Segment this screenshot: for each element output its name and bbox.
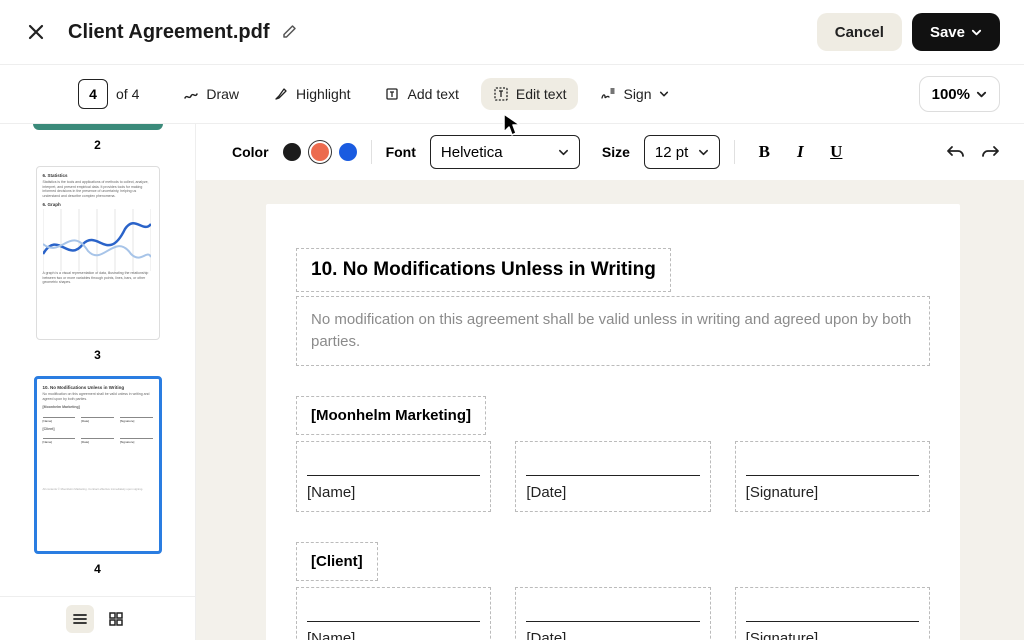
cancel-button[interactable]: Cancel	[817, 13, 902, 51]
redo-icon	[980, 144, 1000, 160]
edit-text-icon	[493, 86, 509, 102]
grid-icon	[108, 611, 124, 627]
color-swatch-black[interactable]	[283, 143, 301, 161]
party1-name-field[interactable]: [Name]	[296, 441, 491, 512]
page-4: 10. No Modifications Unless in Writing N…	[266, 204, 960, 640]
size-label: Size	[602, 144, 630, 160]
underline-button[interactable]: U	[821, 137, 851, 167]
thumbnail-label-3: 3	[18, 348, 177, 362]
size-select[interactable]: 12 pt	[644, 135, 720, 169]
pencil-icon	[282, 23, 298, 39]
chart-thumbnail	[43, 209, 151, 271]
zoom-select[interactable]: 100%	[919, 76, 1000, 112]
chevron-down-icon	[698, 147, 709, 158]
color-swatch-orange[interactable]	[311, 143, 329, 161]
rename-button[interactable]	[282, 23, 300, 41]
page-number-input[interactable]: 4	[78, 79, 108, 109]
tool-draw[interactable]: Draw	[171, 78, 251, 110]
font-label: Font	[386, 144, 416, 160]
section-body[interactable]: No modification on this agreement shall …	[296, 296, 930, 366]
highlight-icon	[273, 86, 289, 102]
chevron-down-icon	[971, 27, 982, 38]
tool-add-text[interactable]: Add text	[373, 78, 471, 110]
view-list-button[interactable]	[66, 605, 94, 633]
thumbnail-page-2-partial[interactable]	[33, 124, 163, 130]
bold-button[interactable]: B	[749, 137, 779, 167]
redo-button[interactable]	[980, 144, 1000, 160]
color-swatch-blue[interactable]	[339, 143, 357, 161]
undo-button[interactable]	[946, 144, 966, 160]
chevron-down-icon	[659, 89, 669, 99]
party-1-title[interactable]: [Moonhelm Marketing]	[296, 396, 486, 435]
view-grid-button[interactable]	[102, 605, 130, 633]
page-total: of 4	[116, 86, 139, 102]
chevron-down-icon	[558, 147, 569, 158]
chevron-down-icon	[976, 89, 987, 100]
party1-date-field[interactable]: [Date]	[515, 441, 710, 512]
thumbnail-label-2: 2	[18, 138, 177, 152]
close-icon	[27, 23, 45, 41]
party2-date-field[interactable]: [Date]	[515, 587, 710, 640]
thumbnail-page-4[interactable]: 10. No Modifications Unless in Writing N…	[34, 376, 162, 554]
add-text-icon	[385, 86, 401, 102]
undo-icon	[946, 144, 966, 160]
thumbnail-page-3[interactable]: 6. Statistics Statistics is the tools an…	[36, 166, 160, 340]
tool-highlight[interactable]: Highlight	[261, 78, 362, 110]
canvas[interactable]: 10. No Modifications Unless in Writing N…	[196, 180, 1024, 640]
color-label: Color	[232, 144, 269, 160]
tool-sign[interactable]: Sign	[588, 78, 680, 110]
save-button-label: Save	[930, 24, 965, 41]
tool-edit-text[interactable]: Edit text	[481, 78, 579, 110]
party2-name-field[interactable]: [Name]	[296, 587, 491, 640]
section-title[interactable]: 10. No Modifications Unless in Writing	[296, 248, 671, 292]
thumbnail-sidebar: 2 6. Statistics Statistics is the tools …	[0, 124, 196, 640]
sign-icon	[600, 86, 616, 102]
thumbnail-label-4: 4	[18, 562, 177, 576]
font-select[interactable]: Helvetica	[430, 135, 580, 169]
italic-button[interactable]: I	[785, 137, 815, 167]
draw-icon	[183, 86, 199, 102]
list-icon	[72, 611, 88, 627]
format-bar: Color Font Helvetica Size 12 pt B I U	[196, 124, 1024, 180]
close-button[interactable]	[24, 20, 48, 44]
party-2-title[interactable]: [Client]	[296, 542, 378, 581]
party2-signature-field[interactable]: [Signature]	[735, 587, 930, 640]
document-title: Client Agreement.pdf	[68, 21, 270, 44]
save-button[interactable]: Save	[912, 13, 1000, 51]
party1-signature-field[interactable]: [Signature]	[735, 441, 930, 512]
